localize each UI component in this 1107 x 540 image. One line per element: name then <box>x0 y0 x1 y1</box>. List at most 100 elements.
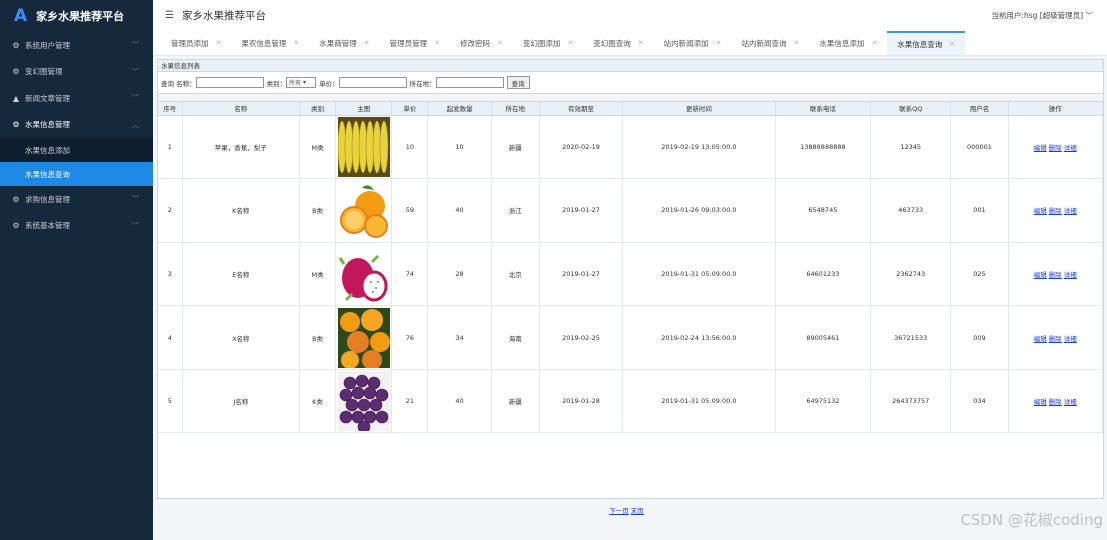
sidebar-item-label: 求购信息管理 <box>25 194 70 204</box>
spacer <box>158 94 1103 102</box>
close-icon[interactable]: ✕ <box>497 39 503 47</box>
tab-3[interactable]: 管理员管理 ✕ <box>380 31 450 55</box>
cell-location: 海南 <box>491 305 540 370</box>
menu-toggle-icon[interactable]: ☰ <box>165 10 174 21</box>
cell-no: 5 <box>158 369 183 434</box>
tab-4[interactable]: 修改密码 ✕ <box>450 31 513 55</box>
close-icon[interactable]: ✕ <box>293 39 299 47</box>
delete-link[interactable]: 删除 <box>1049 144 1062 152</box>
edit-link[interactable]: 编辑 <box>1034 398 1047 406</box>
sidebar-item-label: 新闻文章管理 <box>25 93 70 103</box>
cell-actions: 编辑 删除 详细 <box>1008 115 1104 180</box>
edit-link[interactable]: 编辑 <box>1034 335 1047 343</box>
sidebar-item-system[interactable]: ⚙ 系统基本管理 ﹀ <box>0 213 153 240</box>
sidebar-item-purchase[interactable]: ⚙ 求购信息管理 ﹀ <box>0 186 153 213</box>
column-header: 单价 <box>391 102 429 116</box>
tab-9[interactable]: 水果信息添加 ✕ <box>809 31 887 55</box>
name-input[interactable] <box>195 77 264 88</box>
sidebar-item-news[interactable]: ▲ 新闻文章管理 ﹀ <box>0 85 153 112</box>
sidebar: A 家乡水果推荐平台 ⚙ 系统用户管理 ﹀ ⚙ 变幻图管理 ﹀ ▲ 新闻文章管理… <box>0 0 153 540</box>
cell-phone: 6548745 <box>775 178 872 243</box>
close-icon[interactable]: ✕ <box>434 39 440 47</box>
chevron-down-icon: ﹀ <box>132 41 139 50</box>
tab-8[interactable]: 站内新闻查询 ✕ <box>732 31 810 55</box>
close-icon[interactable]: ✕ <box>216 39 222 47</box>
tab-7[interactable]: 站内新闻添加 ✕ <box>654 31 732 55</box>
sidebar-item-carousel[interactable]: ⚙ 变幻图管理 ﹀ <box>0 59 153 86</box>
category-select[interactable]: 所有 ▾ <box>286 77 317 88</box>
sidebar-item-fruit-query[interactable]: 水果信息查询 <box>0 162 153 186</box>
cell-phone: 64601233 <box>775 242 872 307</box>
delete-link[interactable]: 删除 <box>1049 335 1062 343</box>
user-label: 当前用户:hsg [超级管理员] <box>991 11 1084 20</box>
brand-title: 家乡水果推荐平台 <box>36 10 125 23</box>
dropdown-arrow-icon: ▾ <box>303 79 307 86</box>
column-header: 用户名 <box>950 102 1009 116</box>
category-label: 类别： <box>266 79 287 88</box>
page-title: 家乡水果推荐平台 <box>181 9 266 22</box>
detail-link[interactable]: 详细 <box>1064 398 1077 406</box>
delete-link[interactable]: 删除 <box>1049 271 1062 279</box>
column-header: 所在地 <box>491 102 540 116</box>
table-row: 4 X名称 B类 76 34 海南 2019-02-25 2019-02-24 13:56:0… <box>158 305 1104 370</box>
price-input[interactable] <box>338 77 407 88</box>
tab-1[interactable]: 果农信息管理 ✕ <box>231 31 309 55</box>
next-page-link[interactable]: 下一页 <box>609 507 629 515</box>
cell-min-qty: 34 <box>427 305 492 370</box>
close-icon[interactable]: ✕ <box>567 39 573 47</box>
sidebar-item-fruit[interactable]: ⚙ 水果信息管理 ︿ <box>0 112 153 139</box>
fruit-table: 序号 名称 类别 主图 单价 起发数量 所在地 有效期至 更新时间 联系电话 联系QQ 用户名 操作 1… <box>158 102 1104 434</box>
tab-6[interactable]: 变幻图查询 ✕ <box>583 31 653 55</box>
chevron-down-icon: ﹀ <box>1085 11 1094 20</box>
query-label: 查询 <box>161 79 174 88</box>
sidebar-item-fruit-add[interactable]: 水果信息添加 <box>0 138 153 162</box>
search-bar: 查询 名称： 类别： 所有 ▾ 单价： 所在地： 查询 <box>158 72 1103 94</box>
column-header: 类别 <box>299 102 337 116</box>
tab-10[interactable]: 水果信息查询 ✕ <box>887 31 966 55</box>
close-icon[interactable]: ✕ <box>949 40 955 48</box>
location-input[interactable] <box>435 77 504 88</box>
cell-updated: 2019-01-31 05:09:00.0 <box>622 369 776 434</box>
close-icon[interactable]: ✕ <box>794 39 800 47</box>
column-header: 有效期至 <box>539 102 624 116</box>
close-icon[interactable]: ✕ <box>871 39 877 47</box>
user-menu[interactable]: 当前用户:hsg [超级管理员] ﹀ <box>991 10 1093 21</box>
edit-link[interactable]: 编辑 <box>1034 144 1047 152</box>
tab-5[interactable]: 变幻图添加 ✕ <box>513 31 583 55</box>
search-button[interactable]: 查询 <box>506 76 530 89</box>
close-icon[interactable]: ✕ <box>638 39 644 47</box>
close-icon[interactable]: ✕ <box>364 39 370 47</box>
delete-link[interactable]: 删除 <box>1049 207 1062 215</box>
cell-name: X名称 <box>182 305 301 370</box>
tab-2[interactable]: 水果商管理 ✕ <box>309 31 379 55</box>
edit-link[interactable]: 编辑 <box>1034 207 1047 215</box>
table-header-row: 序号 名称 类别 主图 单价 起发数量 所在地 有效期至 更新时间 联系电话 联系QQ 用户名 操作 <box>158 102 1104 116</box>
table-row: 2 K名称 B类 59 40 浙江 2019-01-27 2019-01-26 09:03:0… <box>158 178 1104 243</box>
cell-no: 1 <box>158 115 183 180</box>
sidebar-item-users[interactable]: ⚙ 系统用户管理 ﹀ <box>0 32 153 59</box>
delete-link[interactable]: 删除 <box>1049 398 1062 406</box>
cell-updated: 2019-02-24 13:56:00.0 <box>622 305 776 370</box>
chevron-down-icon: ﹀ <box>132 94 139 103</box>
column-header: 联系电话 <box>775 102 872 116</box>
cell-updated: 2019-01-26 09:03:00.0 <box>622 178 776 243</box>
edit-link[interactable]: 编辑 <box>1034 271 1047 279</box>
detail-link[interactable]: 详细 <box>1064 335 1077 343</box>
tab-label: 管理员添加 <box>171 38 209 48</box>
detail-link[interactable]: 详细 <box>1064 144 1077 152</box>
cell-user: 025 <box>950 242 1009 307</box>
tab-0[interactable]: 管理员添加 ✕ <box>161 31 231 55</box>
detail-link[interactable]: 详细 <box>1064 207 1077 215</box>
table-row: 1 苹果，香蕉，梨子 M类 10 10 新疆 2020-02-19 2019-02-19 13… <box>158 115 1104 180</box>
fruit-list-panel: 水果信息列表 查询 名称： 类别： 所有 ▾ 单价： 所在地： 查询 序号 名称类… <box>157 59 1104 499</box>
cell-location: 新疆 <box>491 115 540 180</box>
cell-price: 74 <box>391 242 429 307</box>
detail-link[interactable]: 详细 <box>1064 271 1077 279</box>
cell-price: 59 <box>391 178 429 243</box>
close-icon[interactable]: ✕ <box>716 39 722 47</box>
last-page-link[interactable]: 末页 <box>631 507 644 515</box>
fruit-image <box>335 242 393 307</box>
cell-actions: 编辑 删除 详细 <box>1008 242 1104 307</box>
cell-actions: 编辑 删除 详细 <box>1008 369 1104 434</box>
cell-name: 苹果，香蕉，梨子 <box>182 115 301 180</box>
